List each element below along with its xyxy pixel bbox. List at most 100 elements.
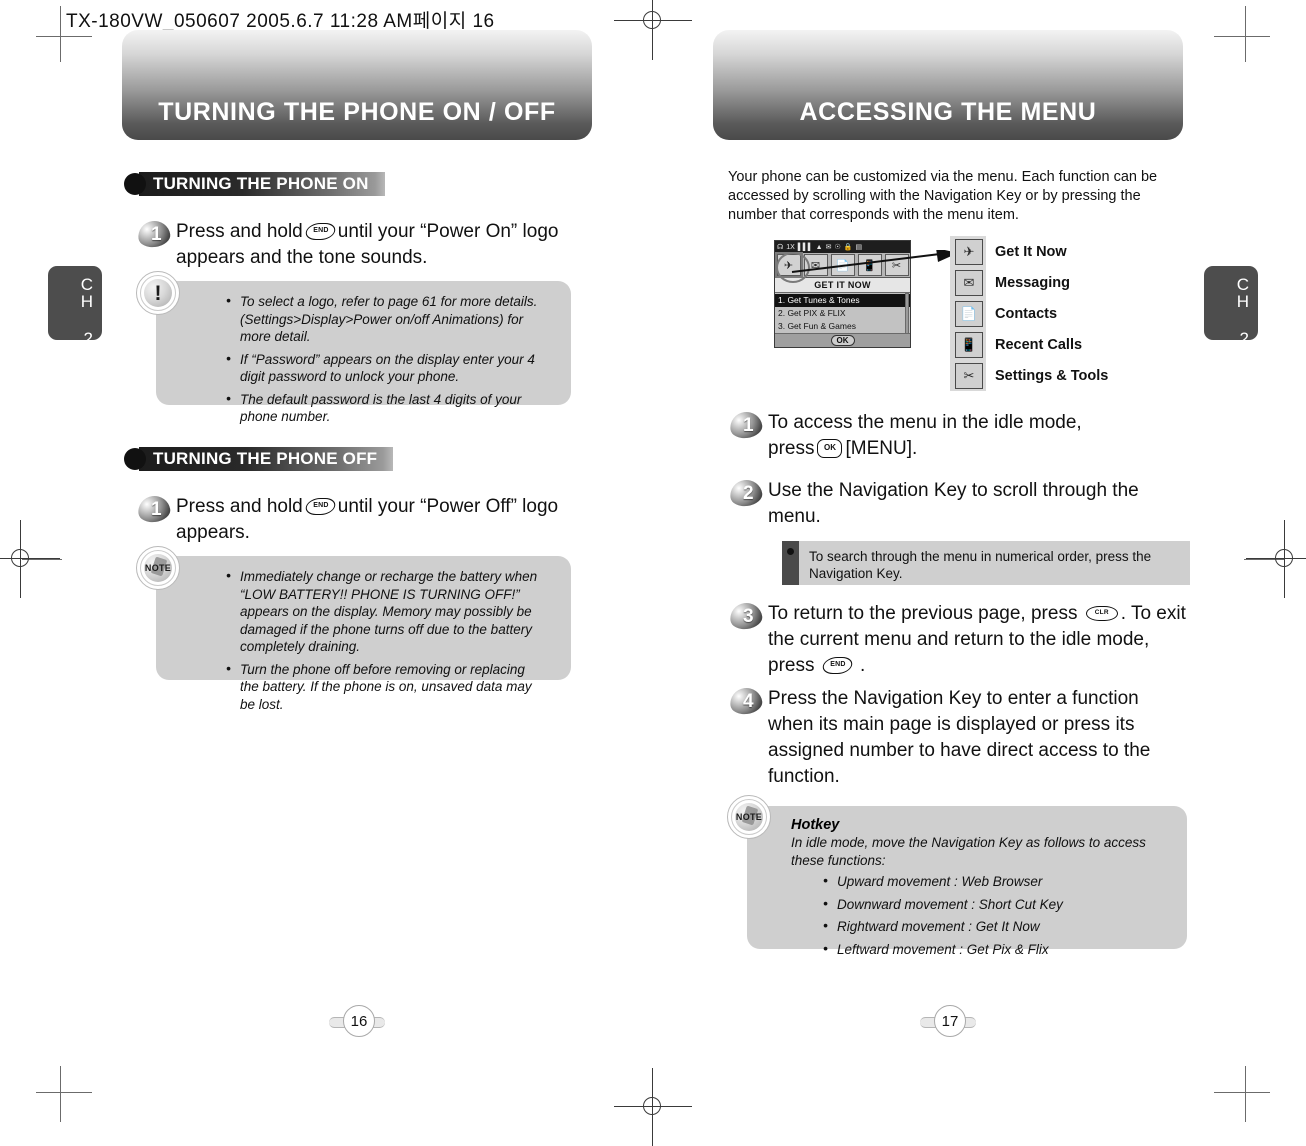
step-number-badge: 2 (728, 477, 768, 509)
callout-arrow-icon (791, 250, 958, 273)
section-bullet-icon (124, 173, 146, 195)
messaging-icon: ✉ (955, 269, 983, 296)
trim-line-bottom-right (1214, 1092, 1270, 1093)
step-text-part: [MENU]. (845, 438, 918, 459)
ok-key-icon: OK (817, 439, 843, 459)
step-number-badge: 1 (136, 493, 176, 525)
left-chapter-h: H (80, 292, 93, 311)
end-key-icon: END (820, 657, 855, 675)
get-it-now-icon: ✈ (955, 238, 983, 265)
right-chapter-h: H (1236, 292, 1249, 311)
legend-label: Messaging (995, 274, 1070, 291)
step-number-2: 2 (743, 483, 754, 504)
trim-line-bottom-right-v (1245, 1066, 1246, 1122)
legend-row: ✉ Messaging (950, 267, 1170, 298)
tip-bullet-icon (787, 548, 794, 555)
step-number-1: 1 (743, 415, 754, 436)
legend-label: Settings & Tools (995, 367, 1109, 384)
right-page-number-value: 17 (934, 1005, 966, 1037)
step-number-4: 4 (743, 691, 754, 712)
note-bullet: To select a logo, refer to page 61 for m… (226, 292, 545, 346)
phone-menu-list: 1. Get Tunes & Tones 2. Get PIX & FLIX 3… (775, 293, 910, 333)
clr-key-icon: CLR (1085, 606, 1118, 622)
end-key-icon: END (303, 223, 338, 241)
note-bullet: Turn the phone off before removing or re… (226, 660, 545, 714)
step-number-badge: 1 (136, 218, 176, 250)
step-text-3: To return to the previous page, press CL… (768, 603, 1186, 676)
step-text-part: To access the menu in the idle mode, (768, 412, 1082, 433)
hotkey-bullet: Leftward movement : Get Pix & Flix (823, 940, 1157, 959)
left-page-banner: TURNING THE PHONE ON / OFF (122, 30, 592, 140)
phone-menu-item: 2. Get PIX & FLIX (778, 308, 846, 318)
right-page-banner: ACCESSING THE MENU (713, 30, 1183, 140)
step-power-off: 1 Press and hold END until your “Power Off… (136, 493, 578, 546)
step-text-power-on: Press and hold END until your “Power On” l… (176, 219, 578, 271)
left-page-number-value: 16 (343, 1005, 375, 1037)
trim-line-bottom-left-v (60, 1066, 61, 1122)
step-text-2: Use the Navigation Key to scroll through… (768, 480, 1139, 527)
hotkey-intro: In idle mode, move the Navigation Key as… (791, 835, 1146, 868)
step-number-on: 1 (151, 224, 162, 245)
hotkey-note-box: Hotkey In idle mode, move the Navigation… (747, 806, 1187, 957)
hotkey-note-glyph-icon: NOTE (727, 795, 771, 839)
step-number-3: 3 (743, 606, 754, 627)
legend-label: Get It Now (995, 243, 1067, 260)
section-turning-phone-off: TURNING THE PHONE OFF (124, 447, 394, 471)
legend-label: Contacts (995, 305, 1058, 322)
step-power-on: 1 Press and hold END until your “Power On”… (136, 218, 578, 271)
step-text-4: Press the Navigation Key to enter a func… (768, 688, 1151, 787)
phone-soft-key-bar: OK (775, 333, 910, 347)
note-hand-icon: NOTE (735, 803, 763, 831)
right-page-number: 17 (920, 1005, 976, 1039)
phone-ok-softkey: OK (830, 335, 855, 346)
step-enter-function: 4 Press the Navigation Key to enter a fu… (728, 685, 1180, 790)
left-chapter-c: C (80, 275, 93, 294)
note-bullet: If “Password” appears on the display ent… (226, 350, 545, 386)
step-number-badge: 3 (728, 600, 768, 632)
right-chapter-c: C (1236, 275, 1249, 294)
registration-mark-top (614, 0, 692, 60)
end-key-icon: END (303, 498, 338, 516)
menu-icon-legend: ✈ Get It Now ✉ Messaging 📄 Contacts 📱 Re… (950, 236, 1170, 391)
phone-scrollbar (905, 293, 909, 337)
section-title-on: TURNING THE PHONE ON (139, 172, 385, 196)
legend-row: ✂ Settings & Tools (950, 360, 1170, 391)
registration-mark-right (1246, 520, 1306, 598)
step-text-before-off: Press and hold (176, 496, 303, 517)
right-chapter-tab: C H 2 (1204, 266, 1258, 347)
registration-mark-bottom (614, 1068, 692, 1146)
trim-line-top-right (1214, 36, 1270, 37)
legend-row: 📱 Recent Calls (950, 329, 1170, 360)
trim-line-top-right-v (1245, 6, 1246, 62)
step-number-off: 1 (151, 499, 162, 520)
tip-strip-text: To search through the menu in numerical … (809, 549, 1152, 581)
exclamation-icon: ! (144, 279, 172, 307)
step-text-1: To access the menu in the idle mode, pre… (768, 410, 1082, 462)
section-turning-phone-on: TURNING THE PHONE ON (124, 172, 385, 196)
attention-glyph-icon: ! (136, 271, 180, 315)
trim-line-top-left-v (60, 6, 61, 62)
hotkey-bullet: Rightward movement : Get It Now (823, 917, 1157, 936)
left-chapter-num: 2 (83, 329, 93, 348)
recent-calls-icon: 📱 (955, 331, 983, 358)
intro-paragraph: Your phone can be customized via the men… (728, 169, 1158, 223)
hotkey-title: Hotkey (791, 817, 840, 833)
note-hand-icon: NOTE (144, 554, 172, 582)
note-bullet: The default password is the last 4 digit… (226, 390, 545, 426)
note-glyph-icon: NOTE (136, 546, 180, 590)
file-header-text: TX-180VW_050607 2005.6.7 11:28 AM페이지 16 (66, 11, 495, 32)
step-number-badge: 1 (728, 409, 768, 441)
step-text-before-on: Press and hold (176, 221, 303, 242)
trim-line-top-left (36, 36, 92, 37)
phone-menu-item: 1. Get Tunes & Tones (775, 294, 910, 307)
tip-strip-tab (782, 541, 799, 585)
right-chapter-num: 2 (1239, 329, 1249, 348)
contacts-icon: 📄 (955, 300, 983, 327)
left-chapter-tab: C H 2 (48, 266, 102, 347)
hotkey-bullet: Downward movement : Short Cut Key (823, 895, 1157, 914)
right-page-title: ACCESSING THE MENU (799, 98, 1097, 126)
step-text-part: press (768, 438, 815, 459)
trim-line-bottom-left (36, 1092, 92, 1093)
step-text-power-off: Press and hold END until your “Power Off” … (176, 494, 578, 546)
legend-row: ✈ Get It Now (950, 236, 1170, 267)
